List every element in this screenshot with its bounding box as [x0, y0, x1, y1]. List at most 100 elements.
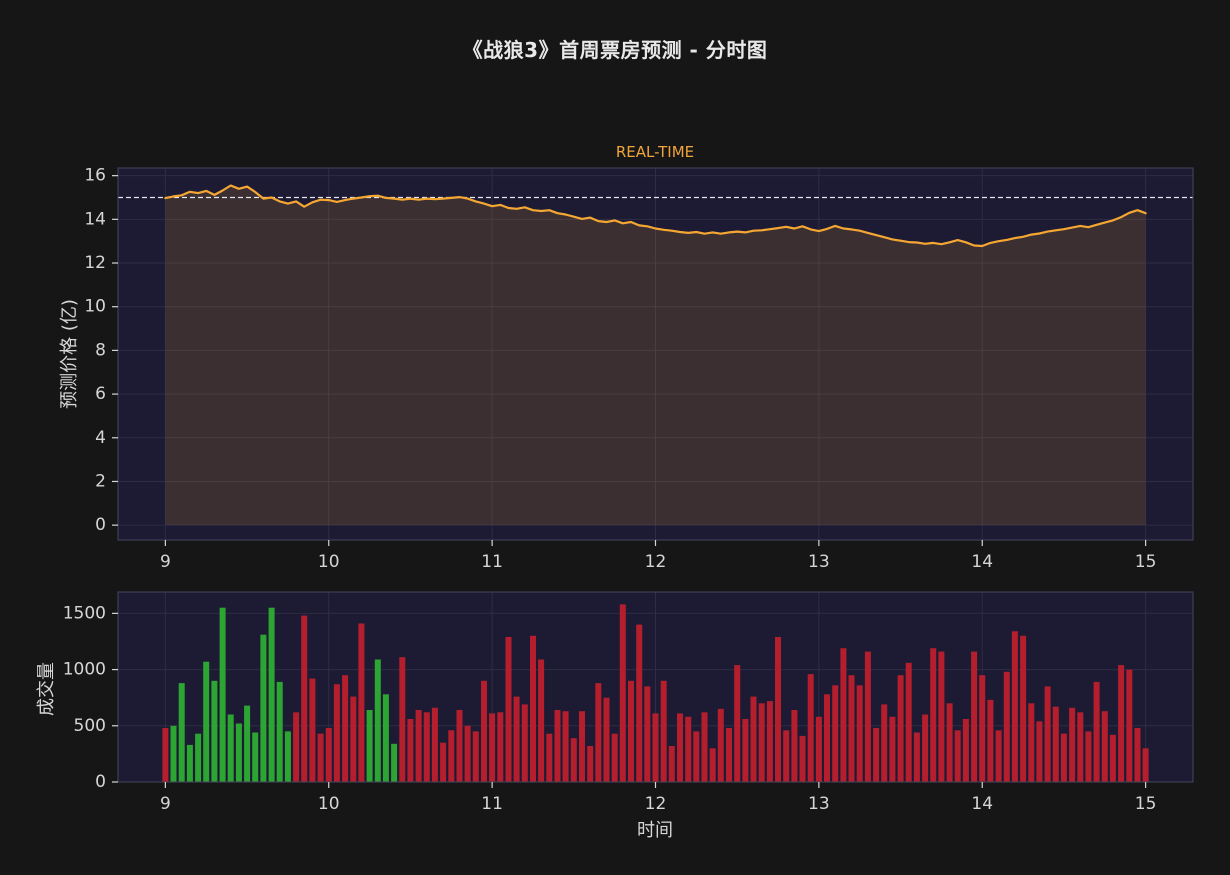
volume-bar — [301, 616, 307, 782]
volume-bar — [955, 730, 961, 782]
volume-bar — [1118, 665, 1124, 782]
volume-bar — [685, 717, 691, 782]
volume-bar — [1004, 672, 1010, 782]
volume-bar — [1020, 636, 1026, 782]
x-tick-label: 15 — [1135, 552, 1157, 572]
volume-bar — [1028, 703, 1034, 782]
volume-bar — [938, 652, 944, 782]
volume-bar — [342, 675, 348, 782]
volume-bar — [236, 724, 242, 783]
volume-bar — [987, 700, 993, 782]
volume-bar — [187, 745, 193, 782]
volume-bar — [391, 744, 397, 782]
volume-bar — [963, 719, 969, 782]
volume-bar — [514, 697, 520, 782]
x-tick-label: 12 — [645, 794, 667, 814]
x-tick-label: 15 — [1135, 794, 1157, 814]
figure: 《战狼3》首周票房预测 - 分时图 REAL-TIME 预测价格 (亿) 成交量… — [0, 0, 1230, 875]
volume-bar — [497, 712, 503, 782]
volume-bar — [1094, 682, 1100, 782]
volume-bar — [628, 681, 634, 782]
y-tick-label: 0 — [95, 515, 106, 535]
volume-bar — [857, 685, 863, 782]
volume-bar — [260, 635, 266, 782]
volume-bar — [1036, 721, 1042, 782]
volume-bar — [211, 681, 217, 782]
volume-bar — [783, 730, 789, 782]
volume-bar — [1143, 748, 1149, 782]
volume-bar — [277, 682, 283, 782]
volume-bar — [179, 683, 185, 782]
volume-bar — [448, 730, 454, 782]
volume-bar — [898, 675, 904, 782]
x-tick-label: 10 — [318, 794, 340, 814]
volume-bar — [971, 652, 977, 782]
volume-bar — [1085, 731, 1091, 782]
volume-bar — [432, 708, 438, 782]
volume-bar — [930, 648, 936, 782]
volume-bar — [612, 734, 618, 782]
volume-bar — [285, 731, 291, 782]
volume-bar — [1012, 631, 1018, 782]
volume-bar — [881, 704, 887, 782]
volume-bar — [775, 637, 781, 782]
volume-bar — [416, 710, 422, 782]
volume-bar — [522, 704, 528, 782]
volume-bar — [334, 684, 340, 782]
volume-bar — [555, 710, 561, 782]
volume-bar — [244, 706, 250, 782]
volume-bar — [440, 743, 446, 782]
volume-bar — [718, 709, 724, 782]
volume-bar — [1045, 686, 1051, 782]
volume-bar — [587, 746, 593, 782]
x-tick-label: 9 — [160, 794, 171, 814]
volume-bar — [702, 712, 708, 782]
volume-bar — [171, 726, 177, 782]
y-tick-label: 12 — [84, 253, 106, 273]
volume-bar — [865, 652, 871, 782]
volume-bar — [571, 738, 577, 782]
y-tick-label: 1000 — [63, 660, 106, 680]
volume-bar — [849, 675, 855, 782]
volume-bar — [693, 731, 699, 782]
volume-bar — [424, 712, 430, 782]
volume-bar — [318, 734, 324, 782]
volume-bar — [367, 710, 373, 782]
volume-bar — [489, 713, 495, 782]
volume-bar — [375, 660, 381, 783]
volume-chart: 9101112131415050010001500 — [63, 592, 1193, 814]
volume-bar — [979, 675, 985, 782]
volume-bar — [677, 713, 683, 782]
volume-bar — [326, 728, 332, 782]
volume-bar — [1053, 707, 1059, 782]
volume-bar — [162, 728, 168, 782]
x-tick-label: 14 — [971, 552, 993, 572]
volume-bar — [457, 710, 463, 782]
x-tick-label: 12 — [645, 552, 667, 572]
volume-bar — [465, 726, 471, 782]
volume-bar — [767, 701, 773, 782]
volume-bar — [563, 711, 569, 782]
y-tick-label: 14 — [84, 209, 106, 229]
volume-bar — [473, 731, 479, 782]
volume-bar — [579, 711, 585, 782]
volume-bar — [906, 663, 912, 782]
volume-bar — [595, 683, 601, 782]
volume-bar — [1077, 712, 1083, 782]
x-tick-label: 9 — [160, 552, 171, 572]
volume-bar — [195, 734, 201, 782]
volume-bar — [481, 681, 487, 782]
y-tick-label: 10 — [84, 297, 106, 317]
volume-bar — [203, 662, 209, 782]
volume-bar — [350, 697, 356, 782]
volume-bar — [947, 703, 953, 782]
volume-bar — [742, 719, 748, 782]
volume-bar — [546, 734, 552, 782]
x-tick-label: 13 — [808, 794, 830, 814]
volume-bar — [399, 657, 405, 782]
volume-bar — [530, 636, 536, 782]
volume-bar — [1110, 735, 1116, 782]
x-tick-label: 10 — [318, 552, 340, 572]
volume-bar — [309, 679, 315, 782]
volume-bar — [669, 746, 675, 782]
